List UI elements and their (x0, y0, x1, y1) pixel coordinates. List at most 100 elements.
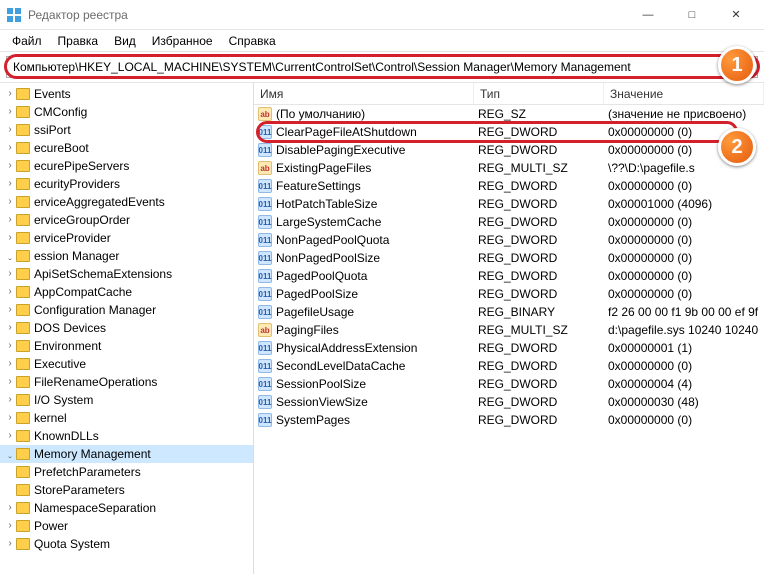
tree-label: ession Manager (34, 247, 119, 265)
value-type: REG_MULTI_SZ (474, 323, 604, 337)
tree-node[interactable]: ›FileRenameOperations (0, 373, 253, 391)
tree-node[interactable]: ›Quota System (0, 535, 253, 553)
folder-icon (16, 286, 30, 298)
expand-closed-icon[interactable]: › (4, 391, 16, 409)
tree-node[interactable]: ›ecurePipeServers (0, 157, 253, 175)
tree-node[interactable]: ›ssiPort (0, 121, 253, 139)
tree-label: erviceProvider (34, 229, 111, 247)
tree-node[interactable]: ›kernel (0, 409, 253, 427)
col-name[interactable]: Имя (254, 83, 474, 104)
value-row[interactable]: 011PhysicalAddressExtensionREG_DWORD0x00… (254, 339, 764, 357)
expand-open-icon[interactable]: ˬ (4, 445, 16, 463)
value-type: REG_DWORD (474, 359, 604, 373)
expand-closed-icon[interactable]: › (4, 319, 16, 337)
value-row[interactable]: 011LargeSystemCacheREG_DWORD0x00000000 (… (254, 213, 764, 231)
expand-closed-icon[interactable]: › (4, 301, 16, 319)
folder-icon (16, 394, 30, 406)
menu-help[interactable]: Справка (221, 32, 284, 50)
col-type[interactable]: Тип (474, 83, 604, 104)
tree-label: ApiSetSchemaExtensions (34, 265, 172, 283)
menu-file[interactable]: Файл (4, 32, 50, 50)
expand-closed-icon[interactable]: › (4, 427, 16, 445)
tree-node[interactable]: StoreParameters (0, 481, 253, 499)
tree-node[interactable]: ›Environment (0, 337, 253, 355)
tree-panel[interactable]: ›Events›CMConfig›ssiPort›ecureBoot›ecure… (0, 83, 254, 574)
close-button[interactable]: ✕ (714, 0, 758, 30)
tree-node[interactable]: › ApiSetSchemaExtensions (0, 265, 253, 283)
tree-node[interactable]: ›ecurityProviders (0, 175, 253, 193)
expand-closed-icon[interactable]: › (4, 175, 16, 193)
menu-favorites[interactable]: Избранное (144, 32, 221, 50)
value-type: REG_DWORD (474, 377, 604, 391)
expand-closed-icon[interactable]: › (4, 337, 16, 355)
tree-node[interactable]: ›Power (0, 517, 253, 535)
expand-closed-icon[interactable]: › (4, 157, 16, 175)
tree-node[interactable]: ›NamespaceSeparation (0, 499, 253, 517)
expand-closed-icon[interactable]: › (4, 499, 16, 517)
value-list[interactable]: ab(По умолчанию)REG_SZ(значение не присв… (254, 105, 764, 429)
expand-closed-icon[interactable]: › (4, 265, 16, 283)
value-row[interactable]: 011SessionViewSizeREG_DWORD0x00000030 (4… (254, 393, 764, 411)
expand-closed-icon[interactable]: › (4, 355, 16, 373)
tree-node[interactable]: ›ecureBoot (0, 139, 253, 157)
expand-open-icon[interactable]: ˬ (4, 247, 16, 265)
value-row[interactable]: ab(По умолчанию)REG_SZ(значение не присв… (254, 105, 764, 123)
value-row[interactable]: 011ClearPageFileAtShutdownREG_DWORD0x000… (254, 123, 764, 141)
expand-closed-icon[interactable]: › (4, 535, 16, 553)
menu-view[interactable]: Вид (106, 32, 144, 50)
expand-closed-icon[interactable]: › (4, 283, 16, 301)
value-row[interactable]: 011NonPagedPoolQuotaREG_DWORD0x00000000 … (254, 231, 764, 249)
tree-node[interactable]: ›Configuration Manager (0, 301, 253, 319)
tree-node[interactable]: ›erviceAggregatedEvents (0, 193, 253, 211)
expand-closed-icon[interactable]: › (4, 373, 16, 391)
tree-node[interactable]: ˬ ession Manager (0, 247, 253, 265)
tree-node[interactable]: ›DOS Devices (0, 319, 253, 337)
value-row[interactable]: 011NonPagedPoolSizeREG_DWORD0x00000000 (… (254, 249, 764, 267)
expand-closed-icon[interactable]: › (4, 121, 16, 139)
value-type: REG_DWORD (474, 197, 604, 211)
tree-node[interactable]: › erviceProvider (0, 229, 253, 247)
tree-node[interactable]: ›Executive (0, 355, 253, 373)
value-row[interactable]: 011HotPatchTableSizeREG_DWORD0x00001000 … (254, 195, 764, 213)
expand-closed-icon[interactable]: › (4, 139, 16, 157)
tree-node[interactable]: ›KnownDLLs (0, 427, 253, 445)
folder-icon (16, 358, 30, 370)
col-value[interactable]: Значение (604, 83, 764, 104)
binary-value-icon: 011 (258, 359, 272, 373)
expand-closed-icon[interactable]: › (4, 211, 16, 229)
expand-closed-icon[interactable]: › (4, 409, 16, 427)
value-row[interactable]: 011PagedPoolSizeREG_DWORD0x00000000 (0) (254, 285, 764, 303)
minimize-button[interactable]: — (626, 0, 670, 30)
value-row[interactable]: 011SecondLevelDataCacheREG_DWORD0x000000… (254, 357, 764, 375)
expand-closed-icon[interactable]: › (4, 85, 16, 103)
maximize-button[interactable]: □ (670, 0, 714, 30)
value-row[interactable]: abExistingPageFilesREG_MULTI_SZ\??\D:\pa… (254, 159, 764, 177)
tree-node[interactable]: ›I/O System (0, 391, 253, 409)
tree-node[interactable]: ˬMemory Management (0, 445, 253, 463)
tree-node[interactable]: ›erviceGroupOrder (0, 211, 253, 229)
value-row[interactable]: 011PagedPoolQuotaREG_DWORD0x00000000 (0) (254, 267, 764, 285)
expand-closed-icon[interactable]: › (4, 229, 16, 247)
expand-closed-icon[interactable]: › (4, 103, 16, 121)
folder-icon (16, 502, 30, 514)
menu-edit[interactable]: Правка (50, 32, 107, 50)
tree-node[interactable]: ›AppCompatCache (0, 283, 253, 301)
address-bar[interactable] (6, 56, 758, 78)
value-row[interactable]: abPagingFilesREG_MULTI_SZd:\pagefile.sys… (254, 321, 764, 339)
tree-node[interactable]: PrefetchParameters (0, 463, 253, 481)
expand-closed-icon[interactable]: › (4, 517, 16, 535)
value-row[interactable]: 011SystemPagesREG_DWORD0x00000000 (0) (254, 411, 764, 429)
value-row[interactable]: 011SessionPoolSizeREG_DWORD0x00000004 (4… (254, 375, 764, 393)
value-row[interactable]: 011DisablePagingExecutiveREG_DWORD0x0000… (254, 141, 764, 159)
value-type: REG_DWORD (474, 215, 604, 229)
expand-closed-icon[interactable]: › (4, 193, 16, 211)
tree-node[interactable]: ›CMConfig (0, 103, 253, 121)
value-name: PagefileUsage (276, 305, 354, 319)
folder-icon (16, 484, 30, 496)
tree-node[interactable]: ›Events (0, 85, 253, 103)
value-row[interactable]: 011FeatureSettingsREG_DWORD0x00000000 (0… (254, 177, 764, 195)
binary-value-icon: 011 (258, 251, 272, 265)
value-type: REG_DWORD (474, 143, 604, 157)
value-type: REG_DWORD (474, 233, 604, 247)
value-row[interactable]: 011PagefileUsageREG_BINARYf2 26 00 00 f1… (254, 303, 764, 321)
